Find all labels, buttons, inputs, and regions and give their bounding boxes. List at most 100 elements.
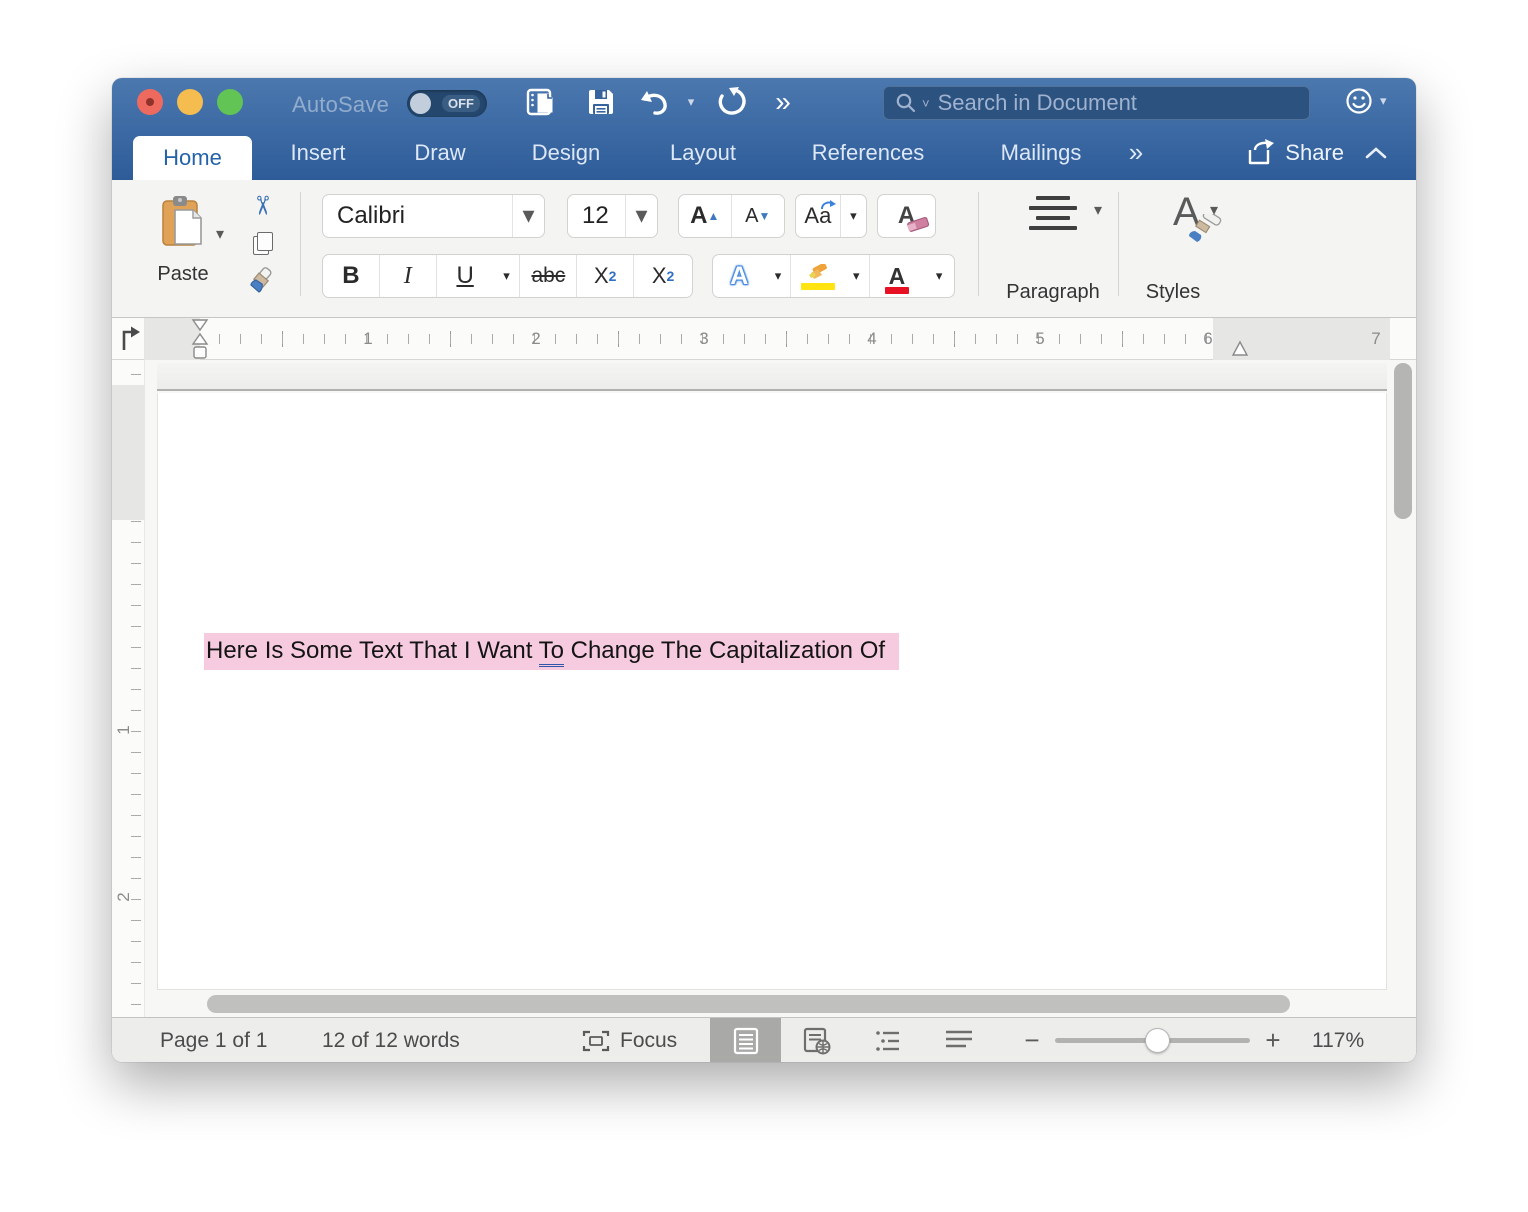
font-name-combo[interactable]: Calibri ▾: [322, 194, 545, 238]
clear-formatting-cell[interactable]: A: [878, 195, 935, 237]
zoom-out-button[interactable]: −: [1017, 1025, 1047, 1056]
tab-mailings[interactable]: Mailings: [1001, 125, 1082, 180]
undo-button[interactable]: [632, 82, 678, 122]
bold-button[interactable]: B: [323, 255, 380, 297]
styles-group[interactable]: A ▾ Styles: [1128, 180, 1218, 318]
paste-button[interactable]: ▾ Paste: [140, 190, 226, 294]
superscript-button[interactable]: X2: [634, 255, 692, 297]
document-text-line[interactable]: Here Is Some Text That I Want To Change …: [204, 637, 899, 665]
minimize-button[interactable]: [177, 89, 203, 115]
more-commands-button[interactable]: »: [760, 82, 806, 122]
paragraph-chevron-icon[interactable]: ▾: [1094, 200, 1102, 220]
collapse-ribbon-icon[interactable]: [1364, 145, 1388, 161]
vertical-scrollbar-thumb[interactable]: [1394, 363, 1412, 519]
tab-layout[interactable]: Layout: [670, 125, 736, 180]
strikethrough-button[interactable]: abc: [520, 255, 577, 297]
paragraph-label: Paragraph: [983, 281, 1123, 304]
tab-selector[interactable]: [112, 318, 145, 360]
shrink-font-button[interactable]: A▼: [732, 195, 785, 237]
save-icon: [586, 87, 616, 117]
save-button[interactable]: [570, 82, 632, 122]
format-painter-button[interactable]: [246, 266, 278, 296]
focus-button[interactable]: Focus: [582, 1018, 677, 1062]
ruler-number: 5: [1035, 318, 1044, 360]
text-effects-button[interactable]: A: [713, 255, 766, 297]
styles-chevron-icon[interactable]: ▾: [1210, 200, 1218, 220]
subscript-button[interactable]: X2: [577, 255, 634, 297]
zoom-percentage[interactable]: 117%: [1312, 1018, 1364, 1062]
search-box[interactable]: ˅: [883, 86, 1310, 120]
font-size-combo[interactable]: 12 ▾: [567, 194, 658, 238]
page-top-boundary[interactable]: [157, 363, 1387, 391]
title-bar: AutoSave OFF ▾: [112, 78, 1416, 180]
tab-home[interactable]: Home: [133, 136, 252, 180]
styles-icon: A: [1173, 212, 1200, 229]
document-canvas: Here Is Some Text That I Want To Change …: [145, 360, 1416, 1017]
tab-design[interactable]: Design: [532, 125, 600, 180]
web-layout-view-button[interactable]: [781, 1018, 852, 1062]
highlight-chevron-icon[interactable]: ▾: [844, 255, 870, 297]
paragraph-group[interactable]: ▾ Paragraph: [998, 180, 1108, 318]
zoom-slider[interactable]: [1055, 1038, 1250, 1043]
copy-button[interactable]: [246, 228, 278, 258]
font-color-chevron-icon[interactable]: ▾: [924, 255, 954, 297]
chevron-down-icon[interactable]: ▾: [841, 195, 866, 237]
close-button[interactable]: [137, 89, 163, 115]
redo-button[interactable]: [704, 82, 760, 122]
zoom-in-button[interactable]: +: [1258, 1025, 1288, 1056]
undo-menu-button[interactable]: ▾: [678, 82, 704, 122]
autosave-toggle[interactable]: OFF: [407, 90, 487, 117]
cut-button[interactable]: ✂: [246, 190, 278, 220]
ruler-number: 7: [1371, 318, 1380, 360]
tab-draw[interactable]: Draw: [414, 125, 465, 180]
print-layout-view-button[interactable]: [710, 1018, 781, 1062]
text-effects-chevron-icon[interactable]: ▾: [766, 255, 792, 297]
vertical-ruler: 1 2: [112, 360, 145, 1017]
chevron-down-icon[interactable]: ▾: [625, 195, 657, 237]
italic-button[interactable]: I: [380, 255, 437, 297]
paste-menu-chevron-icon[interactable]: ▾: [216, 224, 224, 244]
share-icon[interactable]: [1245, 138, 1275, 168]
tab-overflow-button[interactable]: »: [1129, 125, 1143, 180]
zoom-slider-thumb[interactable]: [1145, 1028, 1170, 1053]
change-case-button[interactable]: Aa ▾: [795, 194, 867, 238]
top-margin-shade: [112, 385, 145, 520]
page[interactable]: Here Is Some Text That I Want To Change …: [157, 393, 1387, 990]
group-divider: [978, 192, 979, 296]
font-color-button[interactable]: A: [870, 255, 925, 297]
focus-label: Focus: [620, 1018, 677, 1062]
feedback-menu[interactable]: ▾: [1344, 86, 1387, 116]
highlight-button[interactable]: [791, 255, 844, 297]
clipboard-tools: ✂: [244, 190, 280, 296]
share-label[interactable]: Share: [1285, 140, 1344, 166]
chevron-down-icon[interactable]: ▾: [512, 195, 544, 237]
underline-menu-chevron-icon[interactable]: ▾: [494, 255, 521, 297]
tab-references[interactable]: References: [812, 125, 925, 180]
outline-view-button[interactable]: [852, 1018, 923, 1062]
zoom-window-button[interactable]: [217, 89, 243, 115]
font-color-group: A ▾ ▾ A ▾: [712, 254, 955, 298]
grammar-flagged-word[interactable]: To: [539, 637, 564, 667]
indent-markers[interactable]: [191, 318, 209, 360]
quick-access-toolbar: ▾ »: [512, 82, 806, 122]
page-indicator[interactable]: Page 1 of 1: [160, 1018, 267, 1062]
change-case-cell[interactable]: Aa: [796, 195, 841, 237]
sentence-after: Change The Capitalization Of: [564, 637, 885, 664]
tab-insert[interactable]: Insert: [290, 125, 345, 180]
scissors-icon: ✂: [246, 194, 277, 216]
format-painter-icon: [247, 266, 277, 296]
horizontal-scrollbar-thumb[interactable]: [207, 995, 1290, 1013]
grow-font-button[interactable]: A▲: [679, 195, 732, 237]
clear-formatting-button[interactable]: A: [877, 194, 936, 238]
double-chevron-icon: »: [775, 86, 791, 118]
search-scope-chevron-icon[interactable]: ˅: [922, 96, 930, 111]
word-count[interactable]: 12 of 12 words: [322, 1018, 460, 1062]
autosave-label: AutoSave: [292, 92, 389, 118]
print-layout-button[interactable]: [512, 82, 570, 122]
highlighted-sentence[interactable]: Here Is Some Text That I Want To Change …: [204, 633, 899, 670]
underline-button[interactable]: U: [437, 255, 494, 297]
search-input[interactable]: [938, 90, 1299, 116]
right-indent-marker[interactable]: [1231, 318, 1249, 360]
draft-view-button[interactable]: [923, 1018, 994, 1062]
copy-icon: [253, 232, 271, 254]
